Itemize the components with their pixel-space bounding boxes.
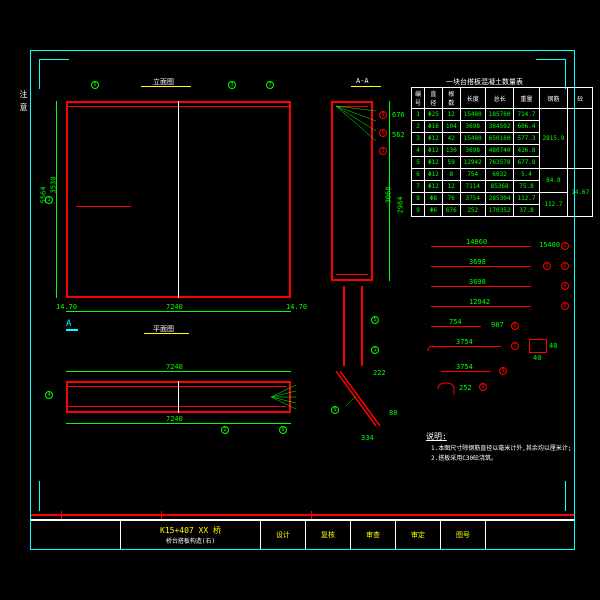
bubble-6s: 6 xyxy=(379,129,387,137)
r2: 3698 xyxy=(469,258,486,266)
bubble-7: 7 xyxy=(266,81,274,89)
r1: 14860 xyxy=(466,238,487,246)
rb7: 7 xyxy=(511,342,519,350)
bubble-3: 3 xyxy=(228,81,236,89)
bubble-5: 5 xyxy=(91,81,99,89)
rb8: 8 xyxy=(499,367,507,375)
dim-7240-3: 7240 xyxy=(166,415,183,423)
dim-562: 562 xyxy=(392,131,405,139)
bubble-2b: 2 xyxy=(221,426,229,434)
tbl-title: 一块台搭板混凝土数量表 xyxy=(446,77,523,87)
rb3: 3 xyxy=(543,262,551,270)
r5: 12942 xyxy=(469,298,490,306)
rh: 40 xyxy=(549,342,557,350)
bubble-8s: 8 xyxy=(379,111,387,119)
qty-table: 编号直径根数长度总长重量钢筋砼 1Φ251215480185760714.728… xyxy=(411,87,593,217)
rb5: 5 xyxy=(561,302,569,310)
dim-334: 334 xyxy=(361,434,374,442)
r9: 252 xyxy=(459,384,472,392)
border-left: 注 意 xyxy=(18,90,29,111)
rb1: 1 xyxy=(561,242,569,250)
rb2: 2 xyxy=(561,262,569,270)
dim-7240: 7240 xyxy=(166,303,183,311)
r1e: 15480 xyxy=(539,241,560,249)
r6e: 987 xyxy=(491,321,504,329)
bubble-4b: 4 xyxy=(45,391,53,399)
bubble-1l: 1 xyxy=(371,346,379,354)
plan-title: 立面图 xyxy=(153,77,174,87)
dim-3068: 3068 xyxy=(384,187,392,204)
dim-88: 88 xyxy=(389,409,397,417)
rb9: 9 xyxy=(479,383,487,391)
dim-1470r: 14.70 xyxy=(286,303,307,311)
rb4: 4 xyxy=(561,282,569,290)
dim-1470l: 14.70 xyxy=(56,303,77,311)
elev-title: 平面图 xyxy=(153,324,174,334)
r7: 3754 xyxy=(456,338,473,346)
dim-222: 222 xyxy=(373,369,386,377)
fan-detail xyxy=(271,383,301,411)
a-mark-l: A xyxy=(66,319,71,329)
r4: 3698 xyxy=(469,278,486,286)
note2: 2.搭板采用C30砼浇筑。 xyxy=(431,453,497,462)
dim-676: 676 xyxy=(392,111,405,119)
bubble-9d: 9 xyxy=(331,406,339,414)
bubble-5l: 5 xyxy=(371,316,379,324)
title-block: K15+407 XX 桥 桥台搭板构造(右) 设计 复核 审查 审定 图号 xyxy=(31,519,574,549)
note1: 1.本图尺寸除钢筋直径以毫米计外,其余均以厘米计; xyxy=(431,443,571,452)
r7-hook xyxy=(426,341,438,353)
notes-title: 说明: xyxy=(426,431,447,442)
dim-7240-2: 7240 xyxy=(166,363,183,371)
bubble-6b: 6 xyxy=(279,426,287,434)
proj: K15+407 XX 桥 xyxy=(160,525,221,536)
sec-title: A-A xyxy=(356,77,369,85)
r9-hook xyxy=(436,381,456,397)
bubble-3s: 3 xyxy=(379,147,387,155)
rb6: 6 xyxy=(511,322,519,330)
dim-2984: 2984 xyxy=(396,197,404,214)
rw: 40 xyxy=(533,354,541,362)
bubble-1: 1 xyxy=(45,196,53,204)
sub: 桥台搭板构造(右) xyxy=(166,536,215,545)
sec-fan xyxy=(336,103,381,148)
r6: 754 xyxy=(449,318,462,326)
dim-3530: 3530 xyxy=(49,177,57,194)
r8: 3754 xyxy=(456,363,473,371)
